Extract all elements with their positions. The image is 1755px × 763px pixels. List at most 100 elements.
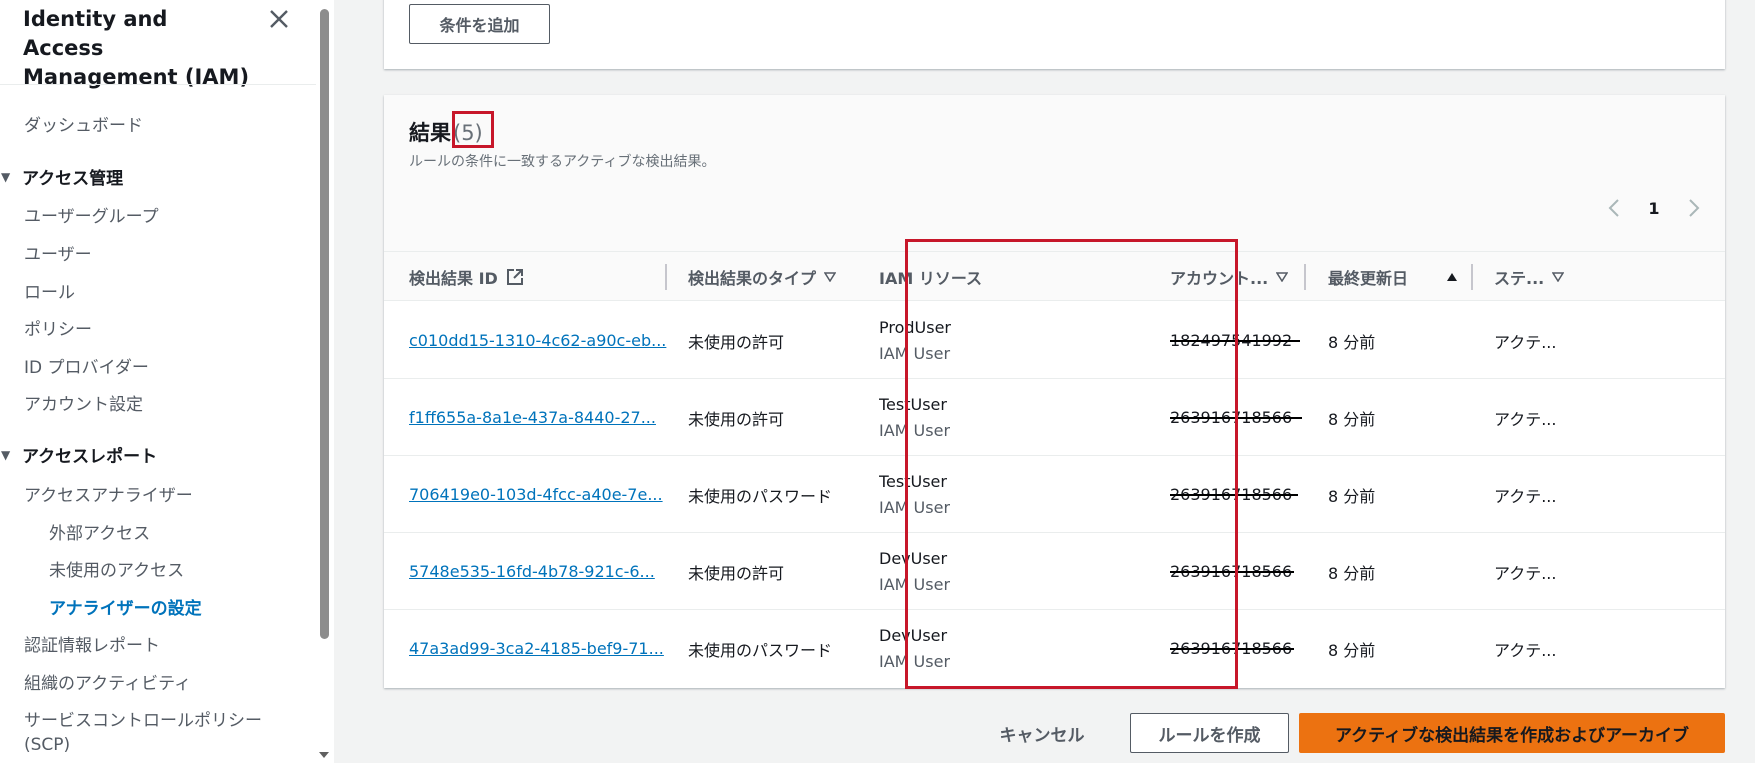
sidebar-section-access-management[interactable]: ▼ アクセス管理 <box>0 164 123 189</box>
footer-actions: キャンセル ルールを作成 アクティブな検出結果を作成およびアーカイブ <box>334 713 1755 753</box>
sidebar-item-policies[interactable]: ポリシー <box>24 315 92 340</box>
results-title-text: 結果 <box>409 121 451 145</box>
column-header-account[interactable]: アカウント... <box>1170 252 1289 302</box>
chevron-left-icon[interactable] <box>1604 194 1624 222</box>
finding-type-cell: 未使用のパスワード <box>688 640 833 660</box>
column-header-finding-type[interactable]: 検出結果のタイプ <box>688 252 837 302</box>
sidebar-item-credential-report[interactable]: 認証情報レポート <box>24 631 160 656</box>
external-link-icon[interactable] <box>506 268 524 286</box>
sidebar-section-access-reports[interactable]: ▼ アクセスレポート <box>0 442 157 467</box>
sidebar-item-organization-activity[interactable]: 組織のアクティビティ <box>24 669 191 694</box>
finding-id-link[interactable]: 47a3ad99-3ca2-4185-bef9-71... <box>409 639 671 658</box>
resource-name: DevUser <box>879 625 948 645</box>
resource-type: IAM User <box>879 497 951 517</box>
column-divider[interactable] <box>1304 264 1306 290</box>
last-updated-cell: 8 分前 <box>1328 563 1376 583</box>
count-highlight-box <box>452 111 494 148</box>
caret-down-icon: ▼ <box>1 169 11 184</box>
add-condition-button[interactable]: 条件を追加 <box>409 4 550 44</box>
sidebar-title: Identity and Access Management (IAM) <box>23 7 250 89</box>
sidebar-item-external-access[interactable]: 外部アクセス <box>49 519 150 544</box>
finding-id-link[interactable]: 5748e535-16fd-4b78-921c-6... <box>409 562 671 581</box>
finding-id-cell: 47a3ad99-3ca2-4185-bef9-71... <box>409 610 671 687</box>
resource-type: IAM User <box>879 574 951 594</box>
status-cell: アクテ... <box>1494 409 1557 429</box>
main-content: 条件を追加 結果 (5) ルールの条件に一致するアクティブな検出結果。 1 検出… <box>334 0 1755 763</box>
sort-down-icon[interactable] <box>1552 272 1565 282</box>
create-rule-button[interactable]: ルールを作成 <box>1130 713 1289 753</box>
resource-name: TestUser <box>879 394 947 414</box>
finding-id-cell: 706419e0-103d-4fcc-a40e-7e... <box>409 456 671 533</box>
iam-resource-cell: TestUser IAM User <box>879 379 950 456</box>
last-updated-cell: 8 分前 <box>1328 640 1376 660</box>
sidebar-item-scp-suffix: (SCP) <box>24 735 71 755</box>
column-header-iam-resource[interactable]: IAM リソース <box>879 252 982 302</box>
redaction-strike <box>1170 494 1298 496</box>
iam-resource-cell: ProdUser IAM User <box>879 302 951 379</box>
sidebar-item-dashboard[interactable]: ダッシュボード <box>24 111 143 136</box>
table-row: 706419e0-103d-4fcc-a40e-7e... 未使用のパスワード … <box>384 456 1725 533</box>
sidebar-section-label: アクセスレポート <box>22 447 158 467</box>
column-header-label: 検出結果 ID <box>409 269 498 288</box>
conditions-panel: 条件を追加 <box>384 0 1725 69</box>
table-header: 検出結果 ID 検出結果のタイプ IAM リソース アカウント... 最終更新日… <box>384 251 1725 301</box>
finding-id-cell: c010dd15-1310-4c62-a90c-eb... <box>409 302 671 379</box>
results-header: 結果 (5) ルールの条件に一致するアクティブな検出結果。 1 <box>384 95 1725 251</box>
sidebar-item-account-settings[interactable]: アカウント設定 <box>24 390 143 415</box>
table-row: 47a3ad99-3ca2-4185-bef9-71... 未使用のパスワード … <box>384 610 1725 687</box>
column-header-label: アカウント... <box>1170 269 1269 288</box>
finding-id-cell: 5748e535-16fd-4b78-921c-6... <box>409 533 671 610</box>
sort-down-icon[interactable] <box>1276 272 1289 282</box>
sidebar-item-access-analyzer[interactable]: アクセスアナライザー <box>24 481 193 506</box>
iam-resource-cell: DevUser IAM User <box>879 610 950 687</box>
sidebar-scrollbar-thumb[interactable] <box>320 9 329 639</box>
account-cell: 263916718566 <box>1170 533 1296 610</box>
sidebar-item-users[interactable]: ユーザー <box>24 240 92 265</box>
account-cell: 263916718566 <box>1170 456 1300 533</box>
column-divider[interactable] <box>665 264 667 290</box>
chevron-right-icon[interactable] <box>1684 194 1704 222</box>
pagination: 1 <box>1604 194 1704 222</box>
sort-up-icon[interactable] <box>1446 272 1458 282</box>
redaction-strike <box>1170 648 1294 650</box>
resource-name: ProdUser <box>879 317 952 337</box>
sidebar-item-identity-providers[interactable]: ID プロバイダー <box>24 353 149 378</box>
sidebar-item-user-groups[interactable]: ユーザーグループ <box>24 202 159 227</box>
sidebar-item-analyzer-settings[interactable]: アナライザーの設定 <box>49 594 202 619</box>
column-header-label: 検出結果のタイプ <box>688 269 817 288</box>
finding-id-link[interactable]: c010dd15-1310-4c62-a90c-eb... <box>409 331 671 350</box>
column-header-label: ステ... <box>1494 269 1545 288</box>
column-header-last-updated[interactable]: 最終更新日 <box>1328 252 1458 302</box>
resource-name: TestUser <box>879 471 947 491</box>
sidebar-divider <box>0 84 316 85</box>
last-updated-cell: 8 分前 <box>1328 332 1376 352</box>
redaction-strike <box>1170 571 1294 573</box>
results-description: ルールの条件に一致するアクティブな検出結果。 <box>409 154 716 170</box>
finding-id-link[interactable]: 706419e0-103d-4fcc-a40e-7e... <box>409 485 671 504</box>
cancel-button[interactable]: キャンセル <box>987 713 1097 753</box>
redaction-strike <box>1170 417 1302 419</box>
iam-resource-cell: DevUser IAM User <box>879 533 950 610</box>
sidebar-item-unused-access[interactable]: 未使用のアクセス <box>49 556 184 581</box>
create-and-archive-button[interactable]: アクティブな検出結果を作成およびアーカイブ <box>1299 713 1725 753</box>
status-cell: アクテ... <box>1494 332 1557 352</box>
scroll-down-arrow-icon[interactable] <box>319 752 329 758</box>
account-cell: 182497541992 <box>1170 302 1302 379</box>
column-divider[interactable] <box>1471 264 1473 290</box>
sort-down-icon[interactable] <box>824 272 837 282</box>
last-updated-cell: 8 分前 <box>1328 486 1376 506</box>
status-cell: アクテ... <box>1494 486 1557 506</box>
finding-type-cell: 未使用の許可 <box>688 409 785 429</box>
close-icon[interactable] <box>266 4 292 34</box>
finding-id-link[interactable]: f1ff655a-8a1e-437a-8440-27... <box>409 408 671 427</box>
column-header-status[interactable]: ステ... <box>1494 252 1565 302</box>
page-number[interactable]: 1 <box>1648 199 1659 218</box>
sidebar-item-scp[interactable]: サービスコントロールポリシー <box>24 706 262 731</box>
table-row: 5748e535-16fd-4b78-921c-6... 未使用の許可 DevU… <box>384 533 1725 610</box>
table-row: c010dd15-1310-4c62-a90c-eb... 未使用の許可 Pro… <box>384 302 1725 379</box>
caret-down-icon: ▼ <box>1 447 11 462</box>
resource-type: IAM User <box>879 651 951 671</box>
resource-name: DevUser <box>879 548 948 568</box>
column-header-finding-id[interactable]: 検出結果 ID <box>409 252 524 302</box>
sidebar-item-roles[interactable]: ロール <box>24 278 75 303</box>
